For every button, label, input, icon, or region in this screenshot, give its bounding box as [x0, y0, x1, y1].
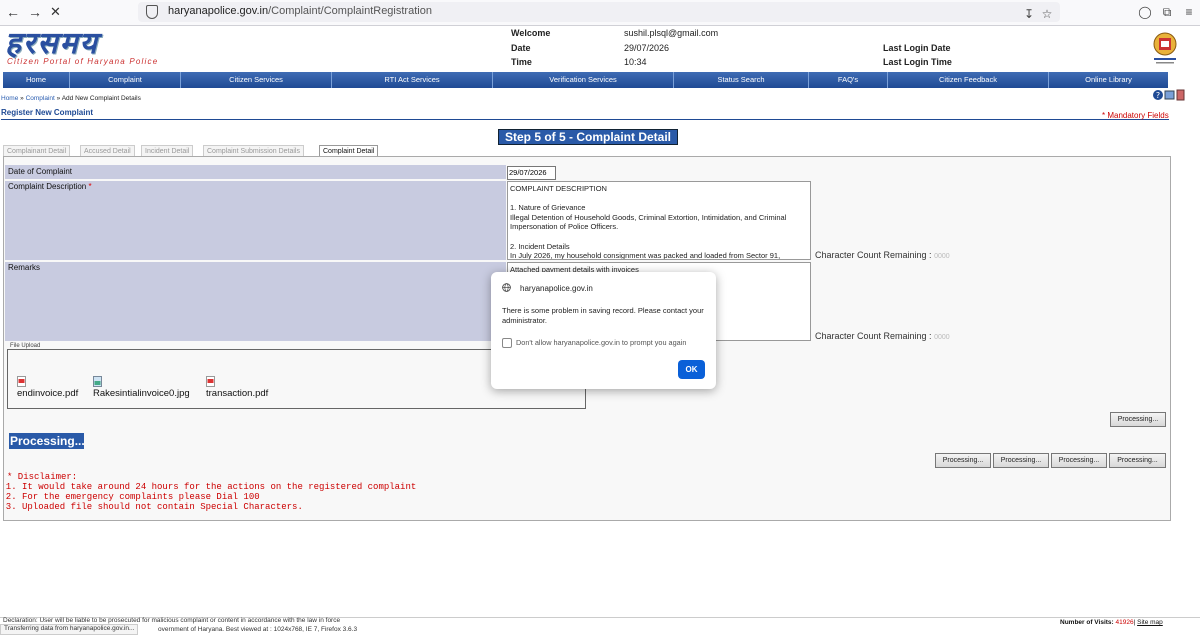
time-label: Time	[511, 57, 532, 67]
uploaded-file[interactable]: endinvoice.pdf	[17, 376, 78, 399]
section-title: Register New Complaint	[1, 108, 94, 117]
browser-status-bar: Transferring data from haryanapolice.gov…	[0, 624, 139, 635]
breadcrumb-complaint[interactable]: Complaint	[26, 95, 55, 102]
file-name: Rakesintialinvoice0.jpg	[93, 388, 190, 399]
welcome-label: Welcome	[511, 28, 551, 38]
breadcrumb: Home » Complaint » Add New Complaint Det…	[1, 95, 141, 102]
time-value: 10:34	[624, 57, 647, 67]
breadcrumb-separator: »	[18, 95, 26, 102]
forward-icon[interactable]: →	[28, 4, 42, 20]
remarks-label: Remarks	[5, 262, 506, 341]
last-login-time-label: Last Login Time	[883, 57, 952, 67]
image-file-icon	[93, 376, 102, 387]
extensions-icon[interactable]: ⧉	[1160, 5, 1174, 19]
account-icon[interactable]: ◯	[1138, 5, 1152, 19]
url-path: /Complaint/ComplaintRegistration	[268, 5, 432, 17]
disclaimer: * Disclaimer: It would take around 24 ho…	[7, 472, 416, 512]
svg-text:?: ?	[1156, 91, 1160, 100]
breadcrumb-home[interactable]: Home	[1, 95, 18, 102]
required-mark: *	[88, 182, 92, 191]
logo-text: हरसमय	[5, 26, 99, 61]
footer-notice: Declaration: User will be liable to be p…	[3, 617, 341, 624]
last-login-date-label: Last Login Date	[883, 43, 951, 53]
dont-allow-prompts-label[interactable]: Don't allow haryanapolice.gov.in to prom…	[516, 338, 686, 347]
help-icon[interactable]: ?	[1152, 89, 1188, 101]
address-bar[interactable]: haryanapolice.gov.in/Complaint/Complaint…	[138, 2, 1060, 22]
download-icon[interactable]: ↧	[1022, 7, 1036, 21]
disclaimer-item: For the emergency complaints please Dial…	[22, 492, 416, 502]
processing-indicator: Processing...	[9, 433, 85, 449]
breadcrumb-current: Add New Complaint Details	[61, 95, 141, 102]
processing-button[interactable]: Processing...	[1110, 412, 1166, 427]
disclaimer-item: It would take around 24 hours for the ac…	[22, 482, 416, 492]
uploaded-file[interactable]: transaction.pdf	[206, 376, 268, 399]
description-char-count: Character Count Remaining : 0000	[815, 250, 950, 260]
pdf-file-icon	[17, 376, 26, 387]
menu-verification-services[interactable]: Verification Services	[493, 72, 674, 88]
stop-icon[interactable]: ✕	[50, 4, 61, 20]
menu-complaint[interactable]: Complaint	[70, 72, 181, 88]
menu-online-library[interactable]: Online Library	[1049, 72, 1168, 88]
url-host: haryanapolice.gov.in	[168, 5, 269, 17]
remarks-char-count: Character Count Remaining : 0000	[815, 331, 950, 341]
visit-counter: Number of Visits: 41926| Site map	[1060, 619, 1163, 626]
breadcrumb-separator: »	[54, 95, 62, 102]
back-icon[interactable]: ←	[6, 4, 20, 20]
processing-button[interactable]: Processing...	[1051, 453, 1107, 468]
uploaded-file[interactable]: Rakesintialinvoice0.jpg	[93, 376, 190, 399]
footer-govt: overnment of Haryana. Best viewed at : 1…	[158, 626, 358, 633]
file-name: transaction.pdf	[206, 388, 269, 399]
alert-dialog: haryanapolice.gov.in There is some probl…	[491, 272, 716, 389]
main-menu: Home Complaint Citizen Services RTI Act …	[3, 72, 1168, 88]
footer-separator: |	[1133, 619, 1136, 626]
logo-tagline: Citizen Portal of Haryana Police	[7, 57, 159, 66]
date-value: 29/07/2026	[624, 43, 670, 53]
menu-citizen-feedback[interactable]: Citizen Feedback	[888, 72, 1049, 88]
menu-citizen-services[interactable]: Citizen Services	[181, 72, 332, 88]
processing-button[interactable]: Processing...	[993, 453, 1049, 468]
welcome-value: sushil.plsql@gmail.com	[624, 28, 719, 38]
dialog-origin: haryanapolice.gov.in	[520, 284, 593, 293]
date-of-complaint-label: Date of Complaint	[5, 165, 506, 179]
browser-toolbar: ← → ✕ haryanapolice.gov.in/Complaint/Com…	[0, 0, 1200, 26]
bookmark-star-icon[interactable]: ☆	[1040, 7, 1054, 21]
menu-rti-act-services[interactable]: RTI Act Services	[332, 72, 493, 88]
mandatory-fields-note: * Mandatory Fields	[1102, 111, 1169, 120]
menu-status-search[interactable]: Status Search	[674, 72, 809, 88]
menu-faqs[interactable]: FAQ's	[809, 72, 888, 88]
dont-allow-prompts-checkbox[interactable]	[502, 338, 512, 348]
complaint-description-label: Complaint Description *	[5, 181, 506, 260]
disclaimer-item: Uploaded file should not contain Special…	[22, 502, 416, 512]
file-upload-legend: File Upload	[9, 343, 42, 349]
haryana-police-emblem-icon	[1153, 32, 1177, 64]
site-logo[interactable]: हरसमय Citizen Portal of Haryana Police	[5, 29, 185, 69]
pdf-file-icon	[206, 376, 215, 387]
visits-label: Number of Visits:	[1060, 619, 1114, 626]
date-label: Date	[511, 43, 531, 53]
site-map-link[interactable]: Site map	[1137, 619, 1163, 626]
file-name: endinvoice.pdf	[17, 388, 79, 399]
processing-button[interactable]: Processing...	[935, 453, 991, 468]
globe-icon	[502, 283, 511, 292]
shield-icon[interactable]	[146, 5, 158, 19]
step-title: Step 5 of 5 - Complaint Detail	[498, 129, 678, 145]
complaint-description-textarea[interactable]: COMPLAINT DESCRIPTION 1. Nature of Griev…	[507, 181, 811, 260]
dialog-message: There is some problem in saving record. …	[502, 306, 704, 325]
visits-count: 41926	[1115, 619, 1134, 626]
menu-icon[interactable]: ≡	[1182, 5, 1196, 19]
date-of-complaint-field[interactable]: 29/07/2026	[507, 166, 556, 180]
disclaimer-title: * Disclaimer:	[7, 472, 78, 482]
ok-button[interactable]: OK	[678, 360, 705, 379]
section-divider	[1, 119, 1169, 120]
menu-home[interactable]: Home	[3, 72, 70, 88]
processing-button[interactable]: Processing...	[1109, 453, 1166, 468]
